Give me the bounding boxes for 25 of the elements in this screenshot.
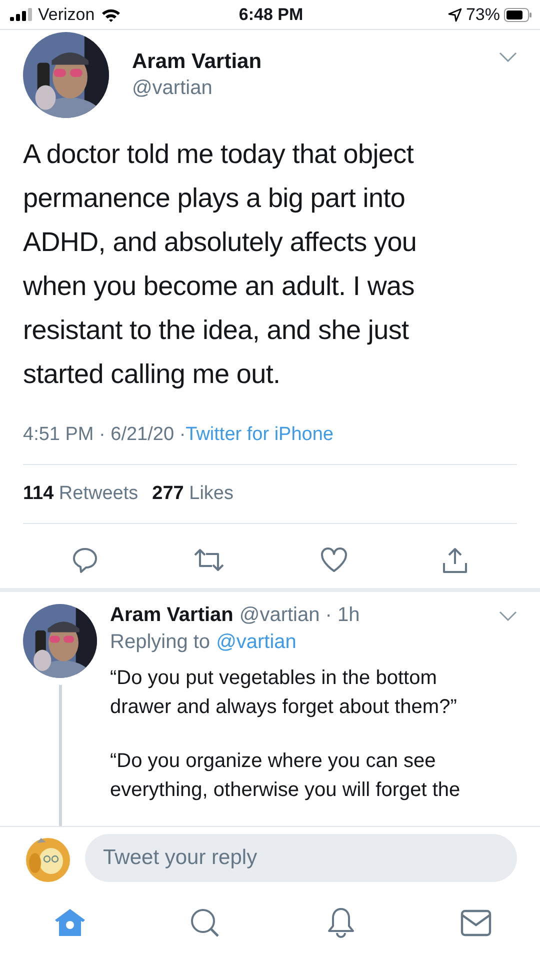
share-icon[interactable] bbox=[440, 546, 469, 574]
battery-percent: 73% bbox=[466, 4, 500, 24]
reply-author-name[interactable]: Aram Vartian bbox=[110, 604, 234, 627]
location-icon bbox=[448, 8, 462, 22]
reply-paragraph: “Do you organize where you can see everything, otherwise you will forget the bbox=[110, 749, 462, 803]
carrier-name: Verizon bbox=[38, 4, 95, 24]
reply-input[interactable]: Tweet your reply bbox=[85, 834, 517, 882]
chevron-down-icon[interactable] bbox=[499, 52, 517, 62]
reply-paragraph: “Do you put vegetables in the bottom drawer and always forget about them?” bbox=[110, 666, 458, 720]
wifi-icon bbox=[100, 8, 121, 22]
reply-icon[interactable] bbox=[71, 546, 99, 574]
author-name[interactable]: Aram Vartian bbox=[132, 50, 499, 74]
tweet-timestamp: 4:51 PM · 6/21/20 · bbox=[23, 424, 186, 445]
clock: 6:48 PM bbox=[238, 4, 304, 24]
reply-handle-time: @vartian · 1h bbox=[239, 604, 361, 627]
chevron-down-icon[interactable] bbox=[499, 610, 517, 620]
signal-icon bbox=[10, 8, 32, 21]
retweet-icon[interactable] bbox=[192, 546, 226, 574]
tweet-text: A doctor told me today that object permanence plays a big part into ADHD, and absolutely affects you when you become an adult. I was resistant to the idea, and she just started calling me out. bbox=[23, 138, 418, 391]
heart-icon[interactable] bbox=[320, 547, 348, 573]
author-handle[interactable]: @vartian bbox=[132, 77, 499, 100]
replying-label: Replying to bbox=[110, 631, 210, 654]
retweet-count[interactable]: 114 Retweets bbox=[23, 483, 138, 505]
like-count[interactable]: 277 Likes bbox=[152, 483, 234, 505]
battery-icon bbox=[504, 8, 532, 22]
